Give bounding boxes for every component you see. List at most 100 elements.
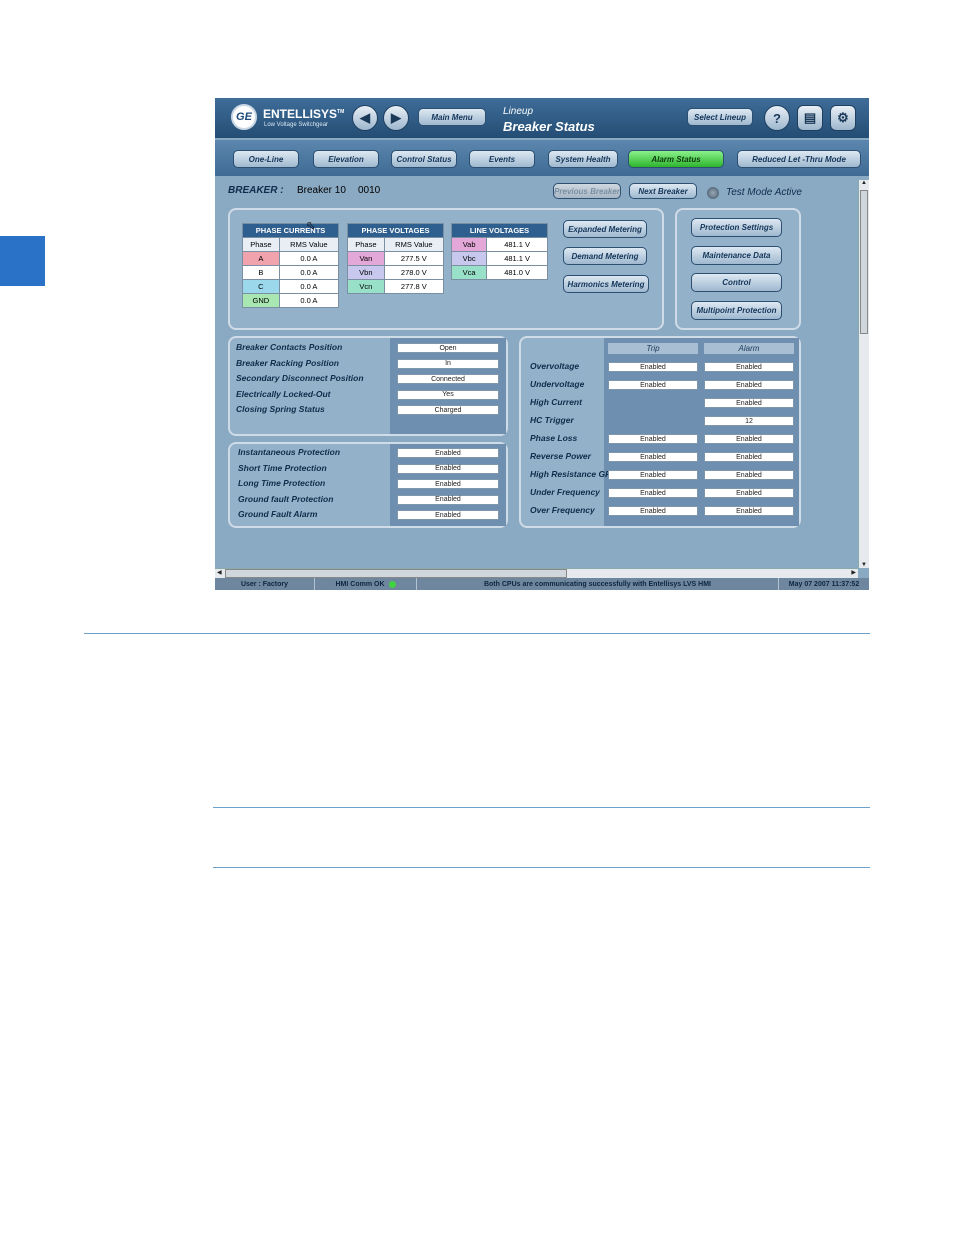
- help-icon[interactable]: ?: [764, 105, 790, 131]
- previous-breaker-button[interactable]: Previous Breaker: [553, 183, 621, 199]
- alarm-value-reverse-power: Enabled: [704, 452, 794, 462]
- table-cell: 277.5 V: [383, 251, 445, 266]
- phase-voltages-table: PHASE VOLTAGES Phase RMS Value Van 277.5 V…: [347, 223, 445, 294]
- alarm-column-header: Alarm: [704, 343, 794, 354]
- table-cell: 481.1 V: [486, 251, 548, 266]
- trip-alarm-label-phase-loss: Phase Loss: [530, 433, 578, 443]
- scroll-up-icon[interactable]: ▲: [859, 180, 869, 186]
- tab-system-health[interactable]: System Health: [548, 150, 618, 168]
- trip-value-undervoltage: Enabled: [608, 380, 698, 390]
- protection-value-short-time-protection: Enabled: [397, 463, 499, 474]
- table-cell: 481.0 V: [486, 265, 548, 280]
- table-cell: PHASE CURRENTS: [242, 223, 339, 238]
- table-cell: 278.0 V: [383, 265, 445, 280]
- status-value-secondary-disconnect-position: Connected: [397, 374, 499, 384]
- table-cell: Vcn: [347, 279, 385, 294]
- status-value-breaker-racking-position: In: [397, 358, 499, 369]
- trip-value-under-frequency: Enabled: [608, 488, 698, 498]
- tab-control-status[interactable]: Control Status: [391, 150, 457, 168]
- table-header-row: LINE VOLTAGES: [451, 223, 548, 238]
- breaker-label: BREAKER :: [228, 185, 284, 196]
- table-cell: B: [242, 265, 280, 280]
- main-menu-button[interactable]: Main Menu: [418, 108, 486, 126]
- alarm-value-undervoltage: Enabled: [704, 380, 794, 390]
- test-mode-label: Test Mode Active: [726, 187, 802, 198]
- tab-events[interactable]: Events: [469, 150, 535, 168]
- scroll-left-icon[interactable]: ◀: [217, 569, 222, 576]
- scrollbar-thumb[interactable]: [225, 569, 567, 578]
- table-row: Van 277.5 V: [347, 251, 445, 266]
- lineup-label: Lineup: [503, 106, 534, 117]
- trip-alarm-label-hc-trigger: HC Trigger: [530, 415, 574, 425]
- report-icon[interactable]: ▤: [797, 105, 823, 131]
- vertical-scrollbar[interactable]: ▲ ▼: [858, 180, 869, 568]
- harmonics-metering-button[interactable]: Harmonics Metering: [563, 275, 649, 293]
- table-cell: Vab: [450, 237, 488, 252]
- status-message: Both CPUs are communicating successfully…: [417, 578, 779, 590]
- scrollbar-thumb[interactable]: [860, 190, 868, 334]
- ge-logo: GE: [231, 104, 257, 130]
- status-label-secondary-disconnect-position: Secondary Disconnect Position: [236, 373, 364, 383]
- table-cell: 0.0 A: [278, 251, 340, 266]
- table-cell: A: [242, 251, 280, 266]
- tab-alarm-status[interactable]: Alarm Status: [628, 150, 724, 168]
- expanded-metering-button[interactable]: Expanded Metering: [563, 220, 647, 238]
- table-cell: 0.0 A: [278, 293, 340, 308]
- test-mode-indicator-icon: [707, 187, 719, 199]
- back-icon[interactable]: ◀: [352, 105, 378, 131]
- table-header-row: PHASE CURRENTS: [242, 223, 339, 238]
- trip-alarm-label-high-resistance-gf: High Resistance GF: [530, 469, 611, 479]
- tab-one-line[interactable]: One-Line: [233, 150, 299, 168]
- protection-value-long-time-protection: Enabled: [397, 479, 499, 489]
- trip-alarm-label-overvoltage: Overvoltage: [530, 361, 580, 371]
- protection-value-instantaneous-protection: Enabled: [397, 448, 499, 458]
- scroll-down-icon[interactable]: ▼: [859, 562, 869, 568]
- table-cell: Phase: [242, 237, 280, 252]
- demand-metering-button[interactable]: Demand Metering: [563, 247, 647, 265]
- table-row: C 0.0 A: [242, 279, 340, 294]
- table-cell: 481.1 V: [486, 237, 548, 252]
- network-icon[interactable]: ⚙: [830, 105, 856, 131]
- protection-label-long-time-protection: Long Time Protection: [238, 478, 326, 488]
- table-row: A 0.0 A: [242, 251, 340, 266]
- brand-subtitle: Low Voltage Switchgear: [264, 122, 329, 128]
- alarm-value-over-frequency: Enabled: [704, 506, 794, 516]
- trip-column-header: Trip: [608, 343, 698, 354]
- protection-value-ground-fault-protection: Enabled: [397, 494, 499, 505]
- trip-value-high-resistance-gf: Enabled: [608, 470, 698, 480]
- horizontal-scrollbar[interactable]: ◀ ▶: [215, 568, 858, 578]
- trip-alarm-label-reverse-power: Reverse Power: [530, 451, 591, 461]
- table-header-row: Phase RMS Value: [347, 237, 445, 252]
- trip-value-overvoltage: Enabled: [608, 362, 698, 372]
- table-cell: Vbc: [450, 251, 488, 266]
- breaker-name: Breaker 10: [297, 185, 346, 196]
- alarm-value-overvoltage: Enabled: [704, 362, 794, 372]
- multipoint-protection-button[interactable]: Multipoint Protection: [691, 301, 782, 320]
- table-row: Vbc 481.1 V: [450, 251, 548, 266]
- phase-currents-table: PHASE CURRENTS Phase RMS Value A 0.0 A B 0.…: [242, 223, 340, 308]
- table-row: GND 0.0 A: [242, 293, 340, 308]
- trip-value-reverse-power: Enabled: [608, 452, 698, 462]
- status-user: User : Factory: [215, 578, 315, 590]
- forward-icon[interactable]: ▶: [383, 105, 409, 131]
- alarm-value-hc-trigger: 12: [704, 416, 794, 426]
- control-button[interactable]: Control: [691, 273, 782, 292]
- status-label-closing-spring-status: Closing Spring Status: [236, 404, 325, 414]
- scroll-right-icon[interactable]: ▶: [851, 569, 856, 576]
- status-value-breaker-contacts-position: Open: [397, 343, 499, 353]
- trip-alarm-label-high-current: High Current: [530, 397, 582, 407]
- breaker-id: 0010: [358, 185, 381, 196]
- next-breaker-button[interactable]: Next Breaker: [629, 183, 697, 199]
- trip-alarm-label-undervoltage: Undervoltage: [530, 379, 585, 389]
- maintenance-data-button[interactable]: Maintenance Data: [691, 246, 782, 265]
- table-cell: GND: [242, 293, 280, 308]
- table-cell: RMS Value: [278, 237, 340, 252]
- table-header-row: Phase RMS Value: [242, 237, 340, 252]
- tab-elevation[interactable]: Elevation: [313, 150, 379, 168]
- select-lineup-button[interactable]: Select Lineup: [687, 108, 753, 126]
- protection-settings-button[interactable]: Protection Settings: [691, 218, 782, 237]
- tab-reduced-let-thru-mode[interactable]: Reduced Let -Thru Mode: [737, 150, 861, 168]
- table-cell: PHASE VOLTAGES: [347, 223, 444, 238]
- status-comm: HMI Comm OK: [315, 578, 417, 590]
- table-row: Vbn 278.0 V: [347, 265, 445, 280]
